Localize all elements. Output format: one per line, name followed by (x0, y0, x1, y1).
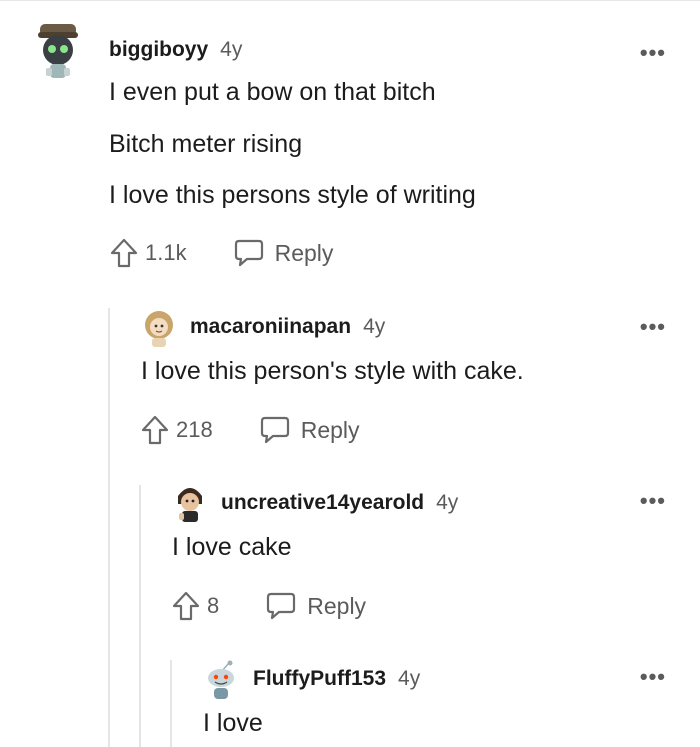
reply-button[interactable]: Reply (233, 238, 334, 268)
character-avatar-icon[interactable] (173, 482, 207, 524)
reply-label: Reply (274, 239, 334, 266)
reply-label: Reply (300, 416, 360, 443)
upvote-group: 218 (140, 414, 213, 446)
comment-age: 4y (436, 491, 459, 514)
upvote-group: 8 (171, 590, 219, 622)
top-divider (0, 0, 700, 1)
snoo-avatar-icon[interactable] (204, 659, 238, 701)
comment-text: I even put a bow on that bitch (109, 78, 436, 106)
more-options-button[interactable]: ••• (640, 488, 666, 514)
comment-text: Bitch meter rising (109, 130, 303, 158)
upvote-icon[interactable] (109, 237, 139, 269)
comment-text: I love (203, 709, 263, 737)
comment-text: I love this person's style with cake. (141, 357, 524, 385)
username[interactable]: FluffyPuff153 (253, 667, 386, 691)
upvote-group: 1.1k (109, 237, 187, 269)
thread-line[interactable] (139, 485, 141, 747)
username[interactable]: biggiboyy (109, 38, 208, 62)
reply-icon (233, 238, 265, 268)
reply-button[interactable]: Reply (265, 591, 366, 621)
thread-line[interactable] (170, 660, 172, 747)
upvote-count: 218 (176, 417, 213, 442)
comment-text: I love this persons style of writing (109, 181, 476, 209)
robot-avatar-icon[interactable] (36, 22, 80, 82)
upvote-icon[interactable] (171, 590, 201, 622)
more-options-button[interactable]: ••• (640, 664, 666, 690)
curly-hair-avatar-icon[interactable] (142, 307, 176, 349)
upvote-count: 1.1k (145, 240, 187, 265)
comment-age: 4y (363, 315, 386, 338)
username[interactable]: macaroniinapan (190, 315, 351, 339)
upvote-icon[interactable] (140, 414, 170, 446)
username[interactable]: uncreative14yearold (221, 491, 424, 515)
comment-age: 4y (220, 38, 243, 61)
reply-icon (259, 415, 291, 445)
reply-button[interactable]: Reply (259, 415, 360, 445)
thread-line[interactable] (108, 308, 110, 747)
more-options-button[interactable]: ••• (640, 40, 666, 66)
reply-icon (265, 591, 297, 621)
upvote-count: 8 (207, 593, 220, 618)
reply-label: Reply (307, 592, 367, 619)
comment-text: I love cake (172, 533, 292, 561)
comment-age: 4y (398, 667, 421, 690)
more-options-button[interactable]: ••• (640, 314, 666, 340)
